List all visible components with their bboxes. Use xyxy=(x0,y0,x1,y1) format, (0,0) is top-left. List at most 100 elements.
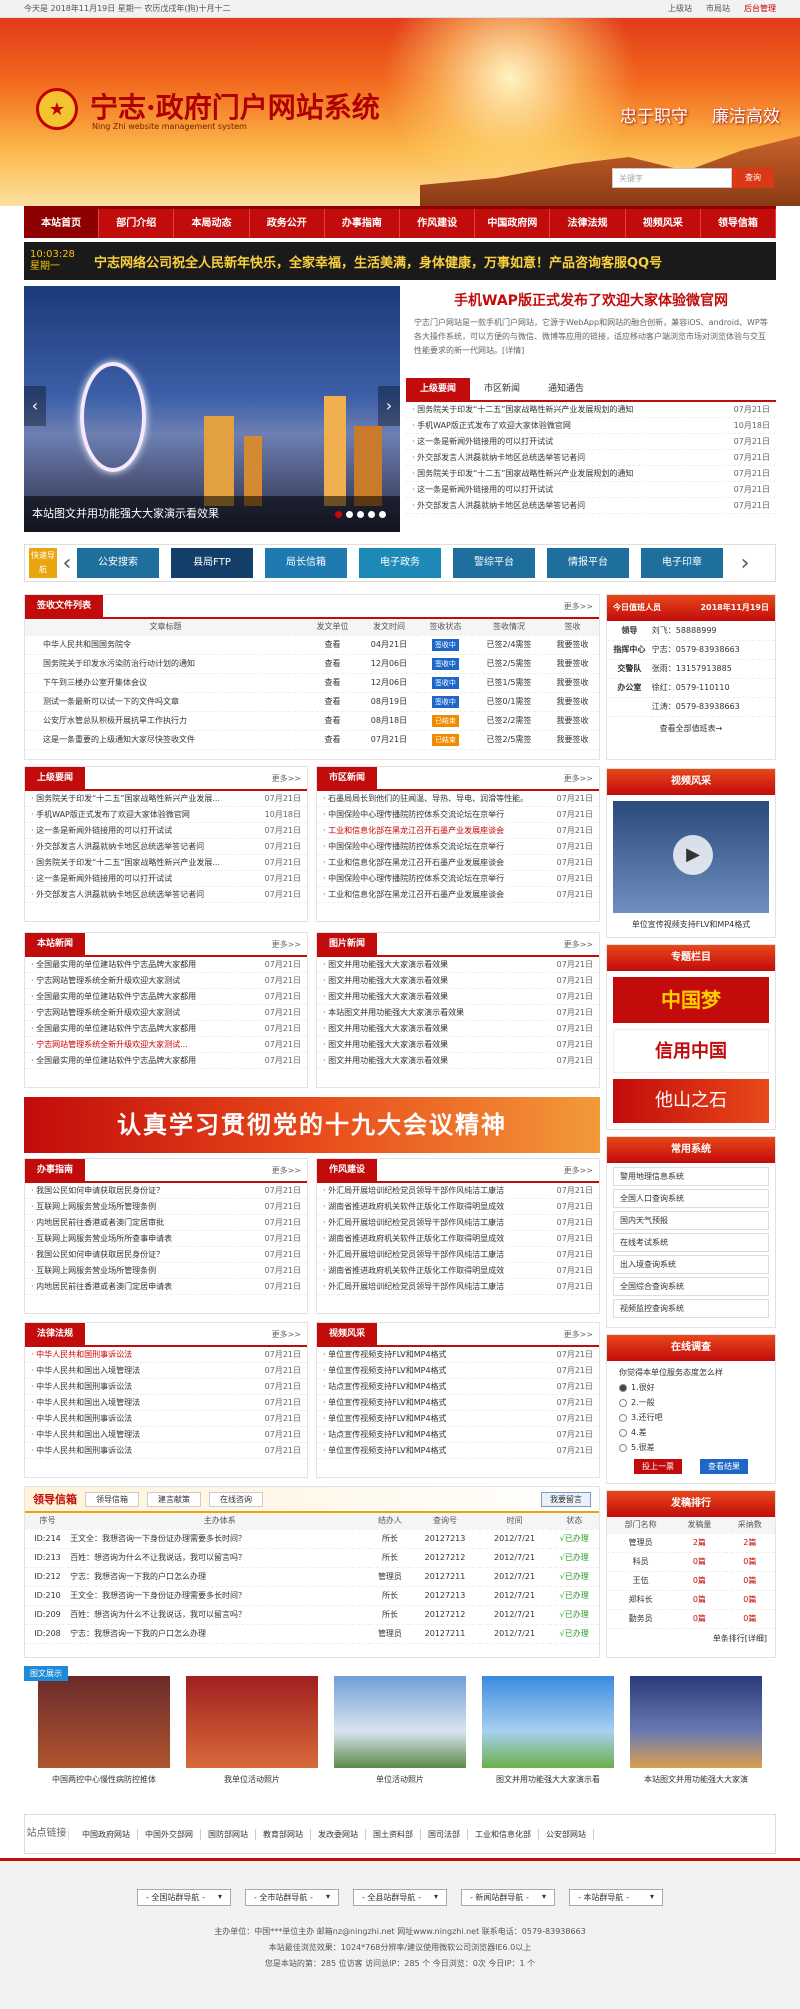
list-item-title[interactable]: 外交部发言人洪磊就纳卡地区总统选举答记者问 xyxy=(31,887,259,902)
list-item[interactable]: 宁志网站管理系统全新升级欢迎大家测试... 07月21日 xyxy=(25,1037,307,1053)
table-row[interactable]: ID:209 百姓：想咨询为什么不让我说话，我可以留言吗？ 所长 20127212 20… xyxy=(25,1605,599,1625)
list-item-title[interactable]: 中国保险中心理传播院防控体系交流论坛在京举行 xyxy=(323,839,551,854)
photo-item[interactable]: 图文并用功能强大大家演示看 xyxy=(482,1666,614,1804)
system-link[interactable]: 警用地理信息系统 xyxy=(613,1167,769,1186)
nav-item-gov[interactable]: 中国政府网 xyxy=(475,209,551,238)
list-item[interactable]: 单位宣传视频支持FLV和MP4格式 07月21日 xyxy=(317,1443,599,1459)
list-item-title[interactable]: 站点宣传视频支持FLV和MP4格式 xyxy=(323,1379,551,1394)
system-link[interactable]: 在线考试系统 xyxy=(613,1233,769,1252)
radio-icon[interactable] xyxy=(619,1383,627,1392)
list-item[interactable]: 内地居民前往香港或者澳门定居审批 07月21日 xyxy=(25,1215,307,1231)
list-item[interactable]: 宁志网站管理系统全新升级欢迎大家测试 07月21日 xyxy=(25,973,307,989)
topic-credit-china[interactable]: 信用中国 xyxy=(613,1029,769,1073)
list-item-title[interactable]: 外交部发言人洪磊就纳卡地区总统选举答记者问 xyxy=(412,450,728,465)
list-item-title[interactable]: 石墨局局长到他们的驻闻温、导热、导电、润滑等性能。 xyxy=(323,791,551,806)
list-item[interactable]: 石墨局局长到他们的驻闻温、导热、导电、润滑等性能。 07月21日 xyxy=(317,791,599,807)
tab-suggestion[interactable]: 建言献策 xyxy=(147,1491,201,1507)
list-item[interactable]: 全国最实用的单位建站软件宁志品牌大家都用 07月21日 xyxy=(25,989,307,1005)
quick-nav-button[interactable]: 县局FTP xyxy=(171,548,253,578)
list-item-title[interactable]: 我国公民如何申请获取居民身份证？ xyxy=(31,1247,259,1262)
law-more[interactable]: 更多>> xyxy=(272,1329,307,1340)
mailbox-cell[interactable]: 宁志：我想咨询一下我的户口怎么办理 xyxy=(70,1567,370,1587)
list-item[interactable]: 外交部发言人洪磊就纳卡地区总统选举答记者问 07月21日 xyxy=(406,498,776,514)
city-news-more[interactable]: 更多>> xyxy=(564,773,599,784)
list-item[interactable]: 单位宣传视频支持FLV和MP4格式 07月21日 xyxy=(317,1411,599,1427)
nav-item-guide[interactable]: 办事指南 xyxy=(325,209,401,238)
site-group-select[interactable]: - 全县站群导航 - ▾ xyxy=(353,1889,447,1906)
ranking-more[interactable]: 单条排行[详细] xyxy=(607,1629,775,1648)
table-row[interactable]: 公安厅水管总队积极开展抗旱工作执行力 查看 08月18日 已结束 已签2/2需签 我要签收 xyxy=(25,711,599,731)
list-item[interactable]: 单位宣传视频支持FLV和MP4格式 07月21日 xyxy=(317,1395,599,1411)
radio-icon[interactable] xyxy=(619,1398,627,1407)
list-item[interactable]: 内地居民前往香港或者澳门定居申请表 07月21日 xyxy=(25,1279,307,1295)
list-item[interactable]: 这一条是新闻外链接用的可以打开试试 07月21日 xyxy=(406,482,776,498)
external-link[interactable]: 国土资料部 xyxy=(366,1828,421,1840)
list-item-title[interactable]: 全国最实用的单位建站软件宁志品牌大家都用 xyxy=(31,1053,259,1068)
quick-prev-icon[interactable]: ‹ xyxy=(57,551,77,576)
tab-city-news[interactable]: 市区新闻 xyxy=(470,378,534,400)
list-item[interactable]: 外汇局开展培训纪检党员领导干部作风纯洁工康洁 07月21日 xyxy=(317,1279,599,1295)
tab-notices[interactable]: 通知通告 xyxy=(534,378,598,400)
list-item-title[interactable]: 内地居民前往香港或者澳门定居申请表 xyxy=(31,1279,259,1294)
doc-view-link[interactable]: 查看 xyxy=(306,730,359,750)
list-item-title[interactable]: 中华人民共和国刑事诉讼法 xyxy=(31,1411,259,1426)
table-row[interactable]: ID:210 王文全：我想咨询一下身份证办理需要多长时间？ 所长 20127213 20… xyxy=(25,1586,599,1606)
doc-view-link[interactable]: 查看 xyxy=(306,673,359,693)
list-item[interactable]: 这一条是新闻外链接用的可以打开试试 07月21日 xyxy=(25,871,307,887)
photo-item[interactable]: 中国两控中心慢性病防控推体 xyxy=(38,1666,170,1804)
link-parent-site[interactable]: 上级站 xyxy=(668,3,692,14)
survey-option[interactable]: 3.还行吧 xyxy=(619,1410,763,1425)
list-item-title[interactable]: 手机WAP版正式发布了欢迎大家体验微官网 xyxy=(31,807,259,822)
list-item-title[interactable]: 全国最实用的单位建站软件宁志品牌大家都用 xyxy=(31,989,259,1004)
slider-prev-button[interactable]: ‹ xyxy=(24,386,46,426)
list-item-title[interactable]: 这一条是新闻外链接用的可以打开试试 xyxy=(31,871,259,886)
list-item[interactable]: 工业和信息化部在黑龙江召开石墨产业发展座谈会 07月21日 xyxy=(317,887,599,903)
conduct-more[interactable]: 更多>> xyxy=(564,1165,599,1176)
list-item-title[interactable]: 图文并用功能强大大家演示看效果 xyxy=(323,1037,551,1052)
list-item[interactable]: 外汇局开展培训纪检党员领导干部作风纯洁工康洁 07月21日 xyxy=(317,1183,599,1199)
list-item-title[interactable]: 图文并用功能强大大家演示看效果 xyxy=(323,957,551,972)
doc-view-link[interactable]: 查看 xyxy=(306,654,359,674)
system-link[interactable]: 全国人口查询系统 xyxy=(613,1189,769,1208)
list-item[interactable]: 中华人民共和国出入境管理法 07月21日 xyxy=(25,1395,307,1411)
nav-item-mailbox[interactable]: 领导信箱 xyxy=(701,209,777,238)
quick-nav-button[interactable]: 电子印章 xyxy=(641,548,723,578)
photo-item[interactable]: 单位活动照片 xyxy=(334,1666,466,1804)
list-item-title[interactable]: 工业和信息化部在黑龙江召开石墨产业发展座谈会 xyxy=(323,855,551,870)
survey-option[interactable]: 4.差 xyxy=(619,1425,763,1440)
doc-view-link[interactable]: 查看 xyxy=(306,635,359,655)
external-link[interactable]: 国防部网站 xyxy=(201,1828,256,1840)
tab-upper-news[interactable]: 上级要闻 xyxy=(406,378,471,400)
photo-news-more[interactable]: 更多>> xyxy=(564,939,599,950)
list-item[interactable]: 国务院关于印发“十二五”国家战略性新兴产业发展... 07月21日 xyxy=(25,855,307,871)
ticker-message[interactable]: 宁志网络公司祝全人民新年快乐，全家幸福，生活美满，身体健康，万事如意！产品咨询客… xyxy=(94,252,776,271)
list-item[interactable]: 图文并用功能强大大家演示看效果 07月21日 xyxy=(317,1021,599,1037)
list-item-title[interactable]: 单位宣传视频支持FLV和MP4格式 xyxy=(323,1395,551,1410)
list-item[interactable]: 湖南省推进政府机关软件正版化工作取得明显成效 07月21日 xyxy=(317,1263,599,1279)
mailbox-cell[interactable]: 王文全：我想咨询一下身份证办理需要多长时间？ xyxy=(70,1529,370,1549)
site-group-select[interactable]: - 全市站群导航 - ▾ xyxy=(245,1889,339,1906)
list-item[interactable]: 图文并用功能强大大家演示看效果 07月21日 xyxy=(317,989,599,1005)
doc-title[interactable]: 公安厅水管总队积极开展抗旱工作执行力 xyxy=(25,711,307,731)
list-item[interactable]: 手机WAP版正式发布了欢迎大家体验微官网 10月18日 xyxy=(25,807,307,823)
topic-other-stone[interactable]: 他山之石 xyxy=(613,1079,769,1123)
list-item-title[interactable]: 中华人民共和国出入境管理法 xyxy=(31,1395,259,1410)
list-item-title[interactable]: 外汇局开展培训纪检党员领导干部作风纯洁工康洁 xyxy=(323,1279,551,1294)
list-item-title[interactable]: 中华人民共和国出入境管理法 xyxy=(31,1363,259,1378)
list-item[interactable]: 这一条是新闻外链接用的可以打开试试 07月21日 xyxy=(406,434,776,450)
list-item[interactable]: 外交部发言人洪磊就纳卡地区总统选举答记者问 07月21日 xyxy=(406,450,776,466)
site-news-more[interactable]: 更多>> xyxy=(272,939,307,950)
mailbox-cell[interactable]: 王文全：我想咨询一下身份证办理需要多长时间？ xyxy=(70,1586,370,1606)
list-item[interactable]: 国务院关于印发“十二五”国家战略性新兴产业发展... 07月21日 xyxy=(25,791,307,807)
radio-icon[interactable] xyxy=(619,1413,627,1422)
doc-title[interactable]: 国务院关于印发水污染防治行动计划的通知 xyxy=(25,654,307,674)
list-item[interactable]: 互联网上网服务营业场所所查事申请表 07月21日 xyxy=(25,1231,307,1247)
list-item-title[interactable]: 图文并用功能强大大家演示看效果 xyxy=(323,989,551,1004)
list-item-title[interactable]: 中华人民共和国刑事诉讼法 xyxy=(31,1443,259,1458)
quick-nav-button[interactable]: 公安搜索 xyxy=(77,548,159,578)
link-admin[interactable]: 后台管理 xyxy=(744,3,776,14)
list-item[interactable]: 互联网上网服务营业场所管理条例 07月21日 xyxy=(25,1199,307,1215)
list-item-title[interactable]: 湖南省推进政府机关软件正版化工作取得明显成效 xyxy=(323,1231,551,1246)
external-link[interactable]: 教育部网站 xyxy=(256,1828,311,1840)
photo-item[interactable]: 我单位活动照片 xyxy=(186,1666,318,1804)
